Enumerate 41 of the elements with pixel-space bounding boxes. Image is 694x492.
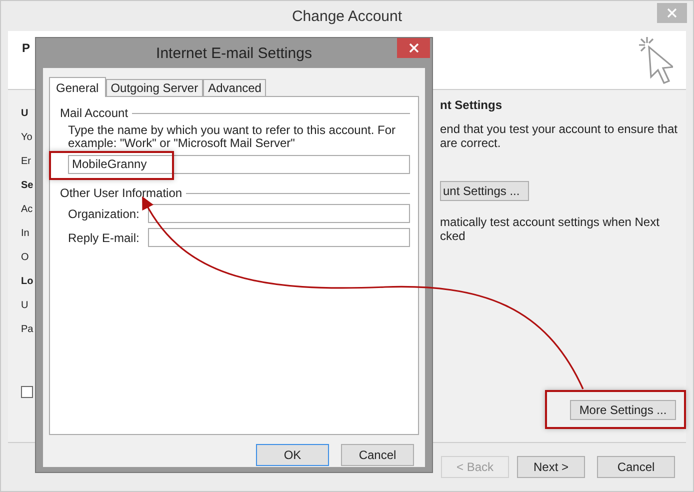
field-label: Ac bbox=[21, 203, 33, 217]
window-title: Change Account bbox=[292, 8, 402, 24]
settings-button[interactable]: unt Settings ... bbox=[440, 181, 529, 201]
section-heading: U bbox=[21, 107, 28, 121]
dialog-button[interactable]: Cancel bbox=[341, 444, 414, 466]
tab[interactable]: General bbox=[49, 77, 106, 97]
field-label: In bbox=[21, 227, 30, 241]
input-field[interactable] bbox=[148, 228, 410, 247]
input-field[interactable] bbox=[148, 204, 410, 223]
close-icon bbox=[667, 8, 677, 18]
header-title: P bbox=[22, 41, 30, 55]
close-button[interactable] bbox=[657, 3, 687, 23]
field-label: Yo bbox=[21, 131, 32, 145]
close-icon bbox=[408, 43, 418, 53]
field-label: Pa bbox=[21, 323, 34, 337]
account-name-field[interactable]: MobileGranny bbox=[68, 155, 410, 174]
field-label: U bbox=[21, 299, 28, 313]
footer-button[interactable]: Next > bbox=[517, 456, 585, 478]
checkbox[interactable] bbox=[21, 386, 33, 398]
field-label: O bbox=[21, 251, 29, 265]
field-label: Organization: bbox=[68, 206, 140, 220]
text-line: end that you test your account to ensure that bbox=[440, 122, 678, 136]
footer-button[interactable]: Cancel bbox=[597, 456, 675, 478]
more-settings-button[interactable]: More Settings ... bbox=[570, 400, 676, 420]
section-heading: nt Settings bbox=[440, 98, 502, 112]
field-label: Reply E-mail: bbox=[68, 230, 140, 244]
cursor-icon bbox=[637, 35, 673, 87]
instructions-text: Type the name by which you want to refer to this account. For example: "Work" or "Microsoft Mail Server" bbox=[68, 124, 396, 150]
dialog-button[interactable]: OK bbox=[256, 444, 329, 466]
field-label: Er bbox=[21, 155, 31, 169]
section-heading: Lo bbox=[21, 275, 34, 289]
group-heading: Other User Information bbox=[60, 186, 182, 200]
text-line: cked bbox=[440, 229, 466, 243]
tab[interactable]: Advanced bbox=[203, 79, 266, 96]
tab[interactable]: Outgoing Server bbox=[106, 79, 204, 96]
close-button[interactable] bbox=[397, 38, 430, 58]
group-heading: Mail Account bbox=[60, 106, 128, 120]
dialog-title: Internet E-mail Settings bbox=[156, 44, 312, 62]
text-line: are correct. bbox=[440, 136, 502, 150]
section-heading: Se bbox=[21, 179, 34, 193]
text-line: matically test account settings when Next bbox=[440, 215, 660, 229]
